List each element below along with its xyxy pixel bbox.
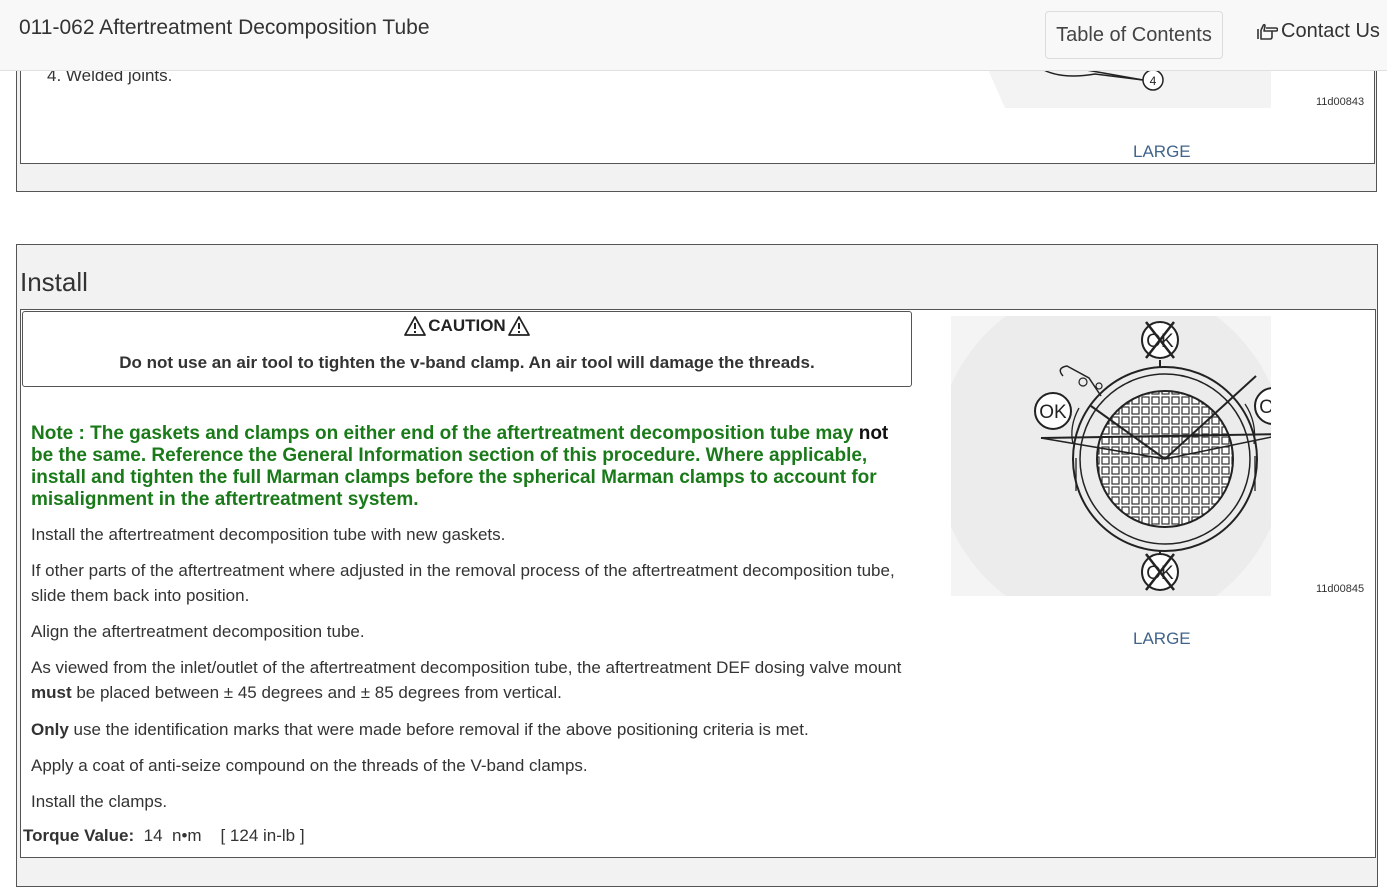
contact-us-label: Contact Us: [1281, 20, 1380, 42]
note-emphasis: not: [858, 423, 889, 444]
large-image-link[interactable]: LARGE: [1133, 142, 1191, 162]
contact-us-link[interactable]: Contact Us: [1256, 20, 1380, 43]
header-bar: 011-062 Aftertreatment Decomposition Tub…: [0, 0, 1387, 71]
note-body-1: The gaskets and clamps on either end of …: [84, 423, 859, 444]
torque-label: Torque Value:: [23, 826, 135, 845]
step-emphasis: must: [31, 683, 72, 702]
step-install-clamps: Install the clamps.: [31, 792, 168, 811]
step-text: be placed between ± 45 degrees and ± 85 …: [71, 683, 562, 702]
note-label: Note :: [31, 423, 85, 444]
caution-title: CAUTION: [23, 316, 911, 336]
torque-unit: n•m: [171, 826, 202, 845]
page-title: 011-062 Aftertreatment Decomposition Tub…: [19, 16, 430, 39]
figure-id-11d00843: 11d00843: [1316, 96, 1365, 108]
step-text: use the identification marks that were m…: [68, 720, 809, 739]
caution-box: CAUTION Do not use an air tool to tighte…: [22, 311, 912, 387]
torque-alt-value: [ 124 in-lb ]: [220, 826, 305, 845]
step-slide-parts: If other parts of the aftertreatment whe…: [31, 561, 895, 605]
caution-label: CAUTION: [428, 316, 506, 335]
step-emphasis: Only: [31, 720, 69, 739]
large-image-link[interactable]: LARGE: [1133, 629, 1191, 649]
figure-id-11d00845: 11d00845: [1316, 583, 1365, 595]
torque-value: Torque Value: 14 n•m [ 124 in-lb ]: [23, 826, 305, 846]
step-align-tube: Align the aftertreatment decomposition t…: [31, 622, 365, 641]
table-of-contents-button[interactable]: Table of Contents: [1045, 11, 1223, 59]
caution-text: Do not use an air tool to tighten the v-…: [119, 353, 815, 372]
ok-label: OK: [1259, 397, 1271, 418]
section-heading-install: Install: [20, 267, 88, 297]
note-text: Note : The gaskets and clamps on either …: [31, 423, 911, 511]
step-identification-marks: Only use the identification marks that w…: [31, 717, 911, 742]
decomposition-tube-clamp-diagram: OK OK OK OK: [951, 316, 1271, 596]
step-install-tube: Install the aftertreatment decomposition…: [31, 525, 506, 544]
ok-label: OK: [1039, 402, 1067, 423]
warning-icon: [507, 316, 530, 336]
warning-icon: [404, 316, 427, 336]
callout-number: 4: [1150, 74, 1157, 88]
torque-number: 14: [143, 826, 163, 845]
step-dosing-valve-position: As viewed from the inlet/outlet of the a…: [31, 655, 911, 705]
note-body-2: be the same. Reference the General Infor…: [31, 445, 877, 510]
step-text: As viewed from the inlet/outlet of the a…: [31, 658, 902, 677]
step-anti-seize: Apply a coat of anti-seize compound on t…: [31, 756, 588, 775]
pointing-hand-icon: [1257, 23, 1278, 40]
